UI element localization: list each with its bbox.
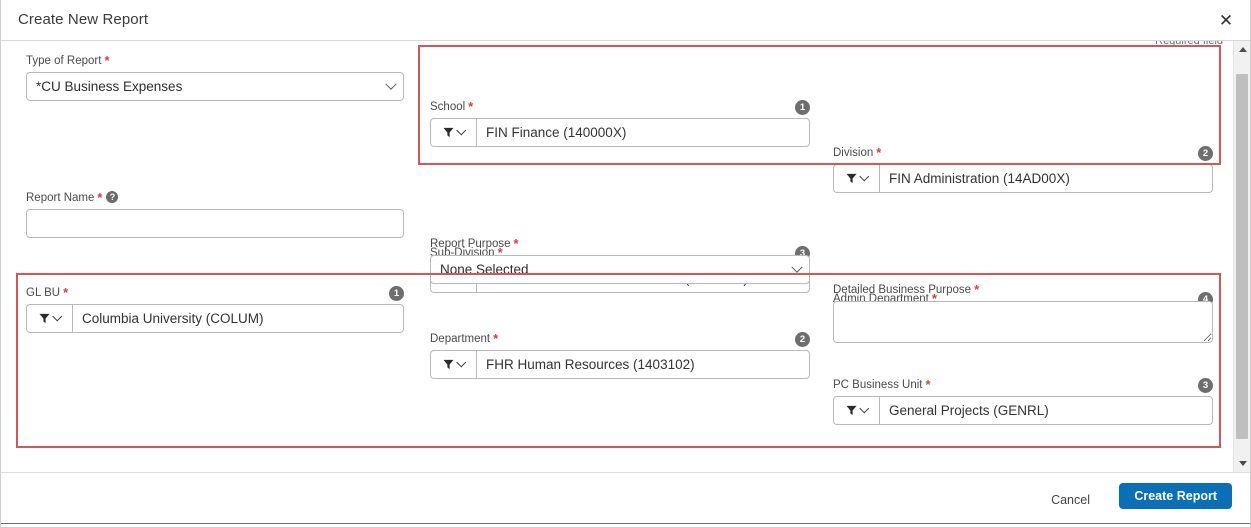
combo-gl-bu <box>26 304 404 333</box>
required-field-legend: Required field <box>1155 41 1223 47</box>
required-asterisk: * <box>925 379 930 390</box>
filter-funnel-icon <box>443 359 454 370</box>
label-department: Department* <box>430 333 810 346</box>
filter-funnel-icon <box>846 405 857 416</box>
combo-division <box>833 164 1213 193</box>
required-asterisk: * <box>468 101 473 112</box>
school-input[interactable] <box>476 118 810 147</box>
pc-business-unit-input[interactable] <box>879 396 1213 425</box>
chevron-down-icon <box>52 312 61 321</box>
label-report-name: Report Name*? <box>26 192 404 205</box>
label-school: School* <box>430 101 810 114</box>
field-gl-bu: GL BU* 1 <box>26 287 404 333</box>
filter-funnel-icon <box>39 313 50 324</box>
step-badge-school: 1 <box>795 100 810 115</box>
field-department: Department* 2 <box>430 333 810 379</box>
label-pc-business-unit: PC Business Unit* <box>833 379 1213 392</box>
dialog-title: Create New Report <box>18 11 148 28</box>
department-filter-button[interactable] <box>430 350 476 379</box>
dialog-body: Required field Type of Report* <box>1 41 1250 472</box>
step-badge-gl-bu: 1 <box>389 286 404 301</box>
step-badge-department: 2 <box>795 332 810 347</box>
report-name-input[interactable] <box>26 209 404 238</box>
required-asterisk: * <box>876 147 881 158</box>
scrollbar-thumb[interactable] <box>1236 74 1248 439</box>
chevron-down-icon <box>859 172 868 181</box>
school-filter-button[interactable] <box>430 118 476 147</box>
gl-bu-input[interactable] <box>72 304 404 333</box>
gl-bu-filter-button[interactable] <box>26 304 72 333</box>
field-school: School* 1 <box>430 101 810 147</box>
combo-pc-business-unit <box>833 396 1213 425</box>
chevron-down-icon <box>456 358 465 367</box>
chevron-down-icon <box>859 404 868 413</box>
dialog-header: Create New Report ✕ <box>1 0 1250 41</box>
form-row-chartfields: GL BU* 1 <box>1 287 1233 447</box>
close-icon[interactable]: ✕ <box>1212 6 1240 34</box>
help-question-icon[interactable]: ? <box>106 191 118 203</box>
field-report-name: Report Name*? <box>26 192 404 238</box>
required-asterisk: * <box>104 55 109 66</box>
scroll-up-arrow-icon[interactable] <box>1234 41 1250 58</box>
create-report-button[interactable]: Create Report <box>1119 483 1232 509</box>
chevron-down-icon <box>456 126 465 135</box>
form-row-organization: Type of Report* *CU Business Expenses S <box>1 55 1233 165</box>
required-asterisk: * <box>493 333 498 344</box>
combo-department <box>430 350 810 379</box>
step-badge-pc-business-unit: 3 <box>1198 378 1213 393</box>
window-bottom-strip <box>1 523 1250 527</box>
field-type-of-report: Type of Report* *CU Business Expenses <box>26 55 404 101</box>
label-gl-bu: GL BU* <box>26 287 404 300</box>
create-new-report-dialog: Create New Report ✕ Required field Type … <box>0 0 1251 528</box>
dialog-footer: Cancel Create Report <box>1 472 1250 527</box>
combo-school <box>430 118 810 147</box>
form-content: Required field Type of Report* <box>1 41 1233 472</box>
form-row-purpose: Report Name*? Report Purpose* <box>1 192 1233 252</box>
label-type-of-report: Type of Report* <box>26 55 404 68</box>
vertical-scrollbar[interactable] <box>1233 41 1250 472</box>
label-division: Division* <box>833 147 1213 160</box>
field-pc-business-unit: PC Business Unit* 3 <box>833 379 1213 425</box>
type-of-report-value[interactable]: *CU Business Expenses <box>26 72 404 101</box>
dialog-scroll-pane: Required field Type of Report* <box>1 41 1233 472</box>
division-filter-button[interactable] <box>833 164 879 193</box>
label-report-purpose: Report Purpose* <box>430 238 810 251</box>
report-purpose-value[interactable]: None Selected <box>430 255 810 284</box>
department-input[interactable] <box>476 350 810 379</box>
required-asterisk: * <box>97 192 102 203</box>
scroll-down-arrow-icon[interactable] <box>1234 455 1250 472</box>
filter-funnel-icon <box>443 127 454 138</box>
select-report-purpose[interactable]: None Selected <box>430 255 810 284</box>
cancel-button[interactable]: Cancel <box>1041 487 1100 513</box>
field-report-purpose: Report Purpose* None Selected <box>430 238 810 284</box>
select-type-of-report[interactable]: *CU Business Expenses <box>26 72 404 101</box>
field-division: Division* 2 <box>833 147 1213 193</box>
pc-business-unit-filter-button[interactable] <box>833 396 879 425</box>
step-badge-division: 2 <box>1198 146 1213 161</box>
filter-funnel-icon <box>846 173 857 184</box>
required-asterisk: * <box>514 238 519 249</box>
required-asterisk: * <box>63 287 68 298</box>
division-input[interactable] <box>879 164 1213 193</box>
